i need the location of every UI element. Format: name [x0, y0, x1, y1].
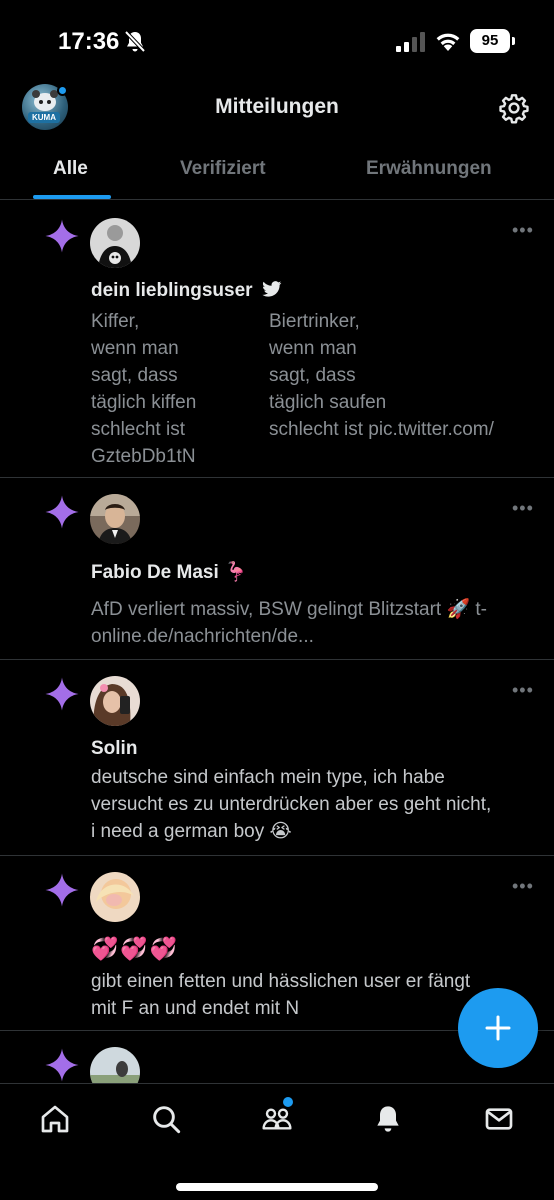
text-line: online.de/nachrichten/de... [91, 626, 314, 647]
avatar-image [90, 494, 140, 544]
communities-icon[interactable] [261, 1103, 293, 1135]
notification-author: dein lieblingsuser [91, 280, 282, 302]
text-line: GztebDb1tN [91, 446, 196, 467]
sparkle-icon [45, 873, 79, 907]
avatar[interactable] [90, 494, 140, 544]
text-line: Kiffer, [91, 311, 140, 332]
notification-item[interactable]: ••• Solin deutsche sind einfach mein typ… [0, 660, 554, 856]
more-dots-icon[interactable]: ••• [512, 680, 534, 701]
tab-verified[interactable]: Verifiziert [180, 158, 266, 180]
tab-all[interactable]: Alle [53, 158, 88, 180]
avatar-image [90, 872, 140, 922]
more-dots-icon[interactable]: ••• [512, 876, 534, 897]
notifications-bell-icon[interactable] [372, 1103, 404, 1135]
avatar-image [90, 676, 140, 726]
more-dots-icon[interactable]: ••• [512, 498, 534, 519]
more-dots-icon[interactable]: ••• [512, 220, 534, 241]
battery-tip [512, 37, 515, 45]
avatar[interactable] [90, 218, 140, 268]
text-line: schlecht ist pic.twitter.com/ [269, 419, 494, 440]
avatar[interactable] [90, 872, 140, 922]
communities-badge-dot [283, 1097, 293, 1107]
text-line: gibt einen fetten und hässlichen user er… [91, 971, 471, 992]
wifi-icon [436, 33, 460, 51]
text-line: deutsche sind einfach mein type, ich hab… [91, 767, 445, 788]
text-line: AfD verliert massiv, BSW gelingt Blitzst… [91, 599, 487, 620]
tab-bar: Alle Verifiziert Erwähnungen [0, 140, 554, 200]
author-name: 💞💞💞 [91, 936, 180, 961]
text-line: Biertrinker, [269, 311, 360, 332]
status-time: 17:36 [58, 28, 120, 55]
sparkle-icon [45, 677, 79, 711]
page-title: Mitteilungen [215, 95, 339, 118]
text-line: sagt, dass [91, 365, 178, 386]
text-line: schlecht ist [91, 419, 185, 440]
text-line: versucht es zu unterdrücken aber es geht… [91, 794, 492, 815]
home-indicator[interactable] [176, 1183, 378, 1191]
text-line: wenn man [269, 338, 357, 359]
tab-mentions[interactable]: Erwähnungen [366, 158, 492, 180]
sparkle-icon [45, 219, 79, 253]
notification-item[interactable]: ••• dein lieblingsuser Kiffer, wenn man … [0, 200, 554, 478]
notification-item[interactable]: ••• Fabio De Masi 🦩 AfD verliert massiv,… [0, 478, 554, 660]
header: KUMA Mitteilungen [0, 80, 554, 140]
messages-envelope-icon[interactable] [483, 1103, 515, 1135]
text-line: mit F an und endet mit N [91, 998, 300, 1019]
author-name: dein lieblingsuser [91, 280, 253, 301]
sparkle-icon [45, 1048, 79, 1082]
text-line: i need a german boy 😭 [91, 821, 292, 842]
author-name: Fabio De Masi 🦩 [91, 562, 248, 583]
text-line: wenn man [91, 338, 179, 359]
notification-feed: ••• dein lieblingsuser Kiffer, wenn man … [0, 200, 554, 1083]
avatar[interactable] [90, 676, 140, 726]
compose-button[interactable] [458, 988, 538, 1068]
text-line: täglich kiffen [91, 392, 197, 413]
bell-off-icon [124, 30, 146, 53]
author-name: Solin [91, 738, 138, 759]
twitter-bird-icon [262, 281, 282, 297]
battery-indicator: 95 [470, 29, 510, 53]
avatar[interactable] [90, 1047, 140, 1083]
avatar-image [90, 218, 140, 268]
avatar-image [90, 1047, 140, 1083]
active-tab-indicator [33, 195, 111, 199]
notification-text: Kiffer, wenn man sagt, dass täglich kiff… [91, 308, 541, 443]
home-icon[interactable] [39, 1103, 71, 1135]
sparkle-icon [45, 495, 79, 529]
text-line: täglich saufen [269, 392, 387, 413]
status-bar: 17:36 95 [0, 0, 554, 80]
text-line: sagt, dass [269, 365, 356, 386]
settings-gear-icon[interactable] [498, 92, 530, 124]
signal-icon [396, 32, 425, 52]
search-icon[interactable] [150, 1103, 182, 1135]
plus-icon [485, 1015, 511, 1041]
